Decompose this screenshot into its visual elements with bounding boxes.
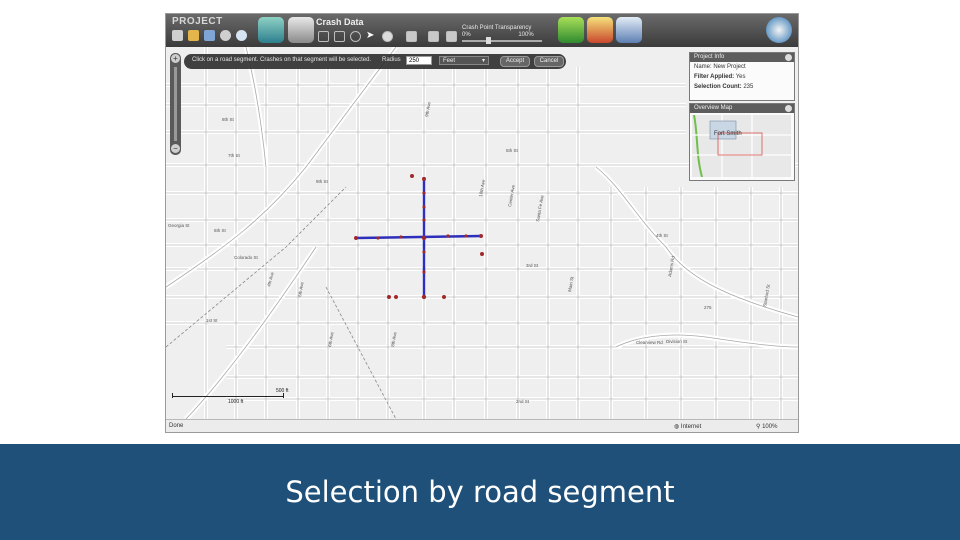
- svg-text:Main St: Main St: [567, 276, 575, 293]
- analysis-tools-icon[interactable]: [558, 17, 584, 43]
- project-info-panel: Project Info Name: New Project Filter Ap…: [689, 52, 795, 101]
- svg-text:2nd St: 2nd St: [516, 399, 530, 404]
- collapse-icon[interactable]: [785, 105, 792, 112]
- unit-dropdown[interactable]: Feet ▾: [439, 56, 489, 65]
- bar-chart-icon[interactable]: [587, 17, 613, 43]
- svg-text:6th St: 6th St: [214, 228, 227, 233]
- svg-text:Division St: Division St: [666, 339, 688, 344]
- main-toolbar: PROJECT Crash Data ➤ Crash Point Transpa…: [166, 14, 798, 47]
- open-folder-icon[interactable]: [188, 30, 199, 41]
- calendar-icon[interactable]: [616, 17, 642, 43]
- filter-row: Filter Applied: Yes: [694, 74, 746, 80]
- selection-instruction: Click on a road segment. Crashes on that…: [192, 57, 372, 63]
- transparency-control: Crash Point Transparency 0% 100%: [462, 25, 534, 39]
- svg-text:1st St: 1st St: [206, 318, 218, 323]
- status-text: Done: [169, 423, 184, 429]
- zoom-out-button[interactable]: −: [171, 144, 180, 153]
- svg-text:Clearview Rd: Clearview Rd: [636, 340, 663, 345]
- slide-caption: Selection by road segment: [285, 475, 675, 509]
- transparency-label: Crash Point Transparency: [462, 25, 532, 31]
- polygon-select-icon[interactable]: [334, 31, 345, 42]
- svg-text:Santa Fe Ave: Santa Fe Ave: [535, 194, 545, 222]
- unit-dropdown-value: Feet: [443, 58, 456, 64]
- scale-label-long: 1000 ft: [228, 399, 244, 405]
- selection-count-row: Selection Count: 235: [694, 84, 754, 90]
- save-icon[interactable]: [204, 30, 215, 41]
- zoom-in-button[interactable]: +: [171, 54, 180, 63]
- overview-city-label: Fort Smith: [714, 131, 742, 137]
- magnifier-icon: ⚲: [756, 424, 761, 430]
- project-name-row: Name: New Project: [694, 64, 746, 70]
- table-icon[interactable]: [406, 31, 417, 42]
- road-segment-selection-panel: Click on a road segment. Crashes on that…: [184, 54, 566, 69]
- refresh-icon[interactable]: [220, 30, 231, 41]
- zoom-control: + −: [170, 53, 181, 155]
- rectangle-select-icon[interactable]: [318, 31, 329, 42]
- svg-text:8th St: 8th St: [222, 117, 235, 122]
- clear-selection-icon[interactable]: [382, 31, 393, 42]
- map-layers-icon[interactable]: [258, 17, 284, 43]
- overview-map-image[interactable]: Fort Smith: [692, 115, 791, 177]
- svg-text:3rd St: 3rd St: [526, 263, 539, 268]
- transparency-slider-track[interactable]: [462, 40, 542, 42]
- accept-button[interactable]: Accept: [500, 56, 530, 67]
- svg-text:4th St: 4th St: [656, 233, 669, 238]
- pointer-select-icon[interactable]: ➤: [366, 31, 375, 41]
- help-icon[interactable]: [236, 30, 247, 41]
- zoom-slider-track[interactable]: [174, 67, 177, 141]
- scale-label-short: 500 ft: [276, 388, 289, 394]
- overview-map-title: Overview Map: [690, 104, 794, 113]
- report-icon[interactable]: [428, 31, 439, 42]
- svg-text:7th St: 7th St: [228, 153, 241, 158]
- svg-text:Colorado St: Colorado St: [234, 255, 259, 260]
- map-view[interactable]: 8th St 9th St 7th St 6th St 5th St 4th S…: [166, 47, 798, 419]
- cancel-button[interactable]: Cancel: [534, 56, 564, 67]
- svg-text:5th St: 5th St: [506, 148, 519, 153]
- crash-data-icon[interactable]: [288, 17, 314, 43]
- app-brand: PROJECT: [172, 16, 223, 27]
- collapse-icon[interactable]: [785, 54, 792, 61]
- export-icon[interactable]: [446, 31, 457, 42]
- agency-logo: [766, 17, 792, 43]
- app-screenshot: PROJECT Crash Data ➤ Crash Point Transpa…: [165, 13, 799, 433]
- transparency-slider-knob[interactable]: [486, 37, 491, 44]
- browser-status-bar: Done ◍ Internet ⚲ 100%: [166, 419, 798, 432]
- circle-select-icon[interactable]: [350, 31, 361, 42]
- project-info-title: Project Info: [690, 53, 794, 62]
- globe-icon: ◍: [674, 424, 680, 430]
- svg-text:9th St: 9th St: [316, 179, 329, 184]
- radius-label: Radius: [382, 57, 401, 63]
- svg-text:Adams Rd: Adams Rd: [667, 255, 676, 277]
- svg-text:Georgia St: Georgia St: [168, 223, 190, 228]
- security-zone: ◍ Internet: [674, 424, 702, 430]
- overview-map-panel: Overview Map Fort Smith: [689, 103, 795, 181]
- transparency-max: 100%: [518, 32, 534, 38]
- zoom-level[interactable]: ⚲ 100%: [756, 423, 777, 430]
- chevron-down-icon: ▾: [481, 58, 485, 64]
- svg-text:275: 275: [704, 305, 712, 310]
- new-project-icon[interactable]: [172, 30, 183, 41]
- transparency-min: 0%: [462, 32, 471, 38]
- svg-text:Center Ave: Center Ave: [507, 184, 516, 207]
- svg-text:8th Ave: 8th Ave: [390, 331, 398, 347]
- crash-data-label: Crash Data: [316, 17, 364, 27]
- radius-input[interactable]: 250: [406, 56, 432, 65]
